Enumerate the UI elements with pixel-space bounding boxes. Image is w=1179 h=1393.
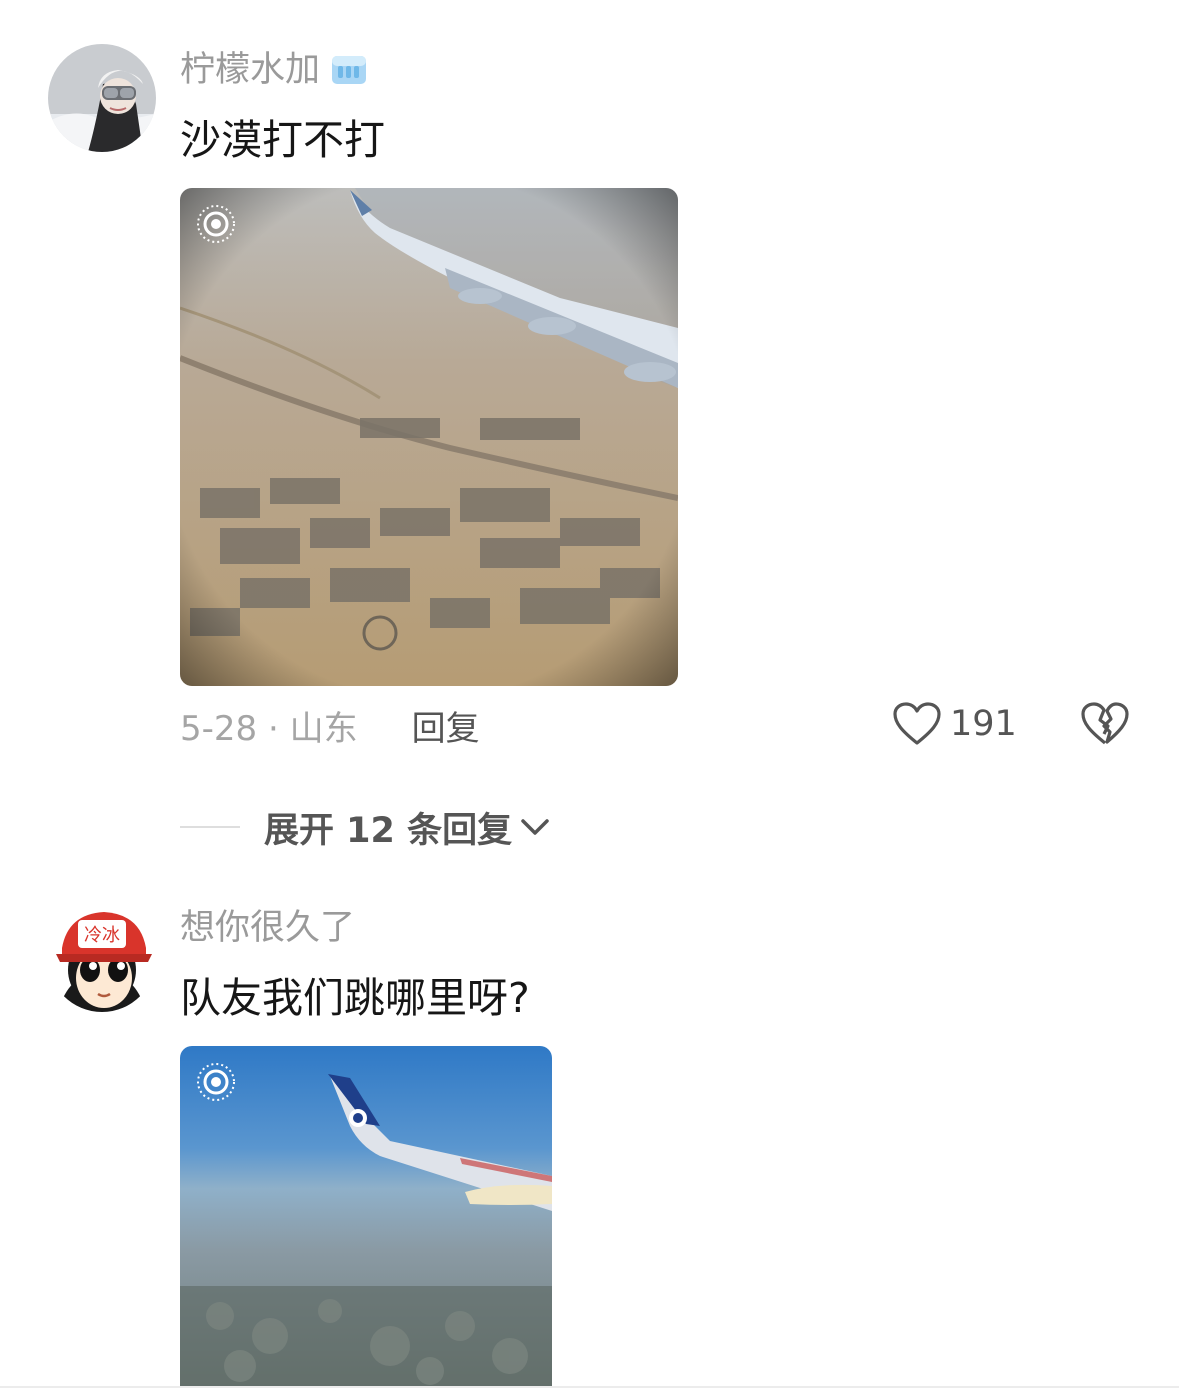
comment-thread: 柠檬水加 沙漠打不打 5-28 · 山东 回复 191 展开 12 条回复 冷冰…	[0, 0, 1179, 1393]
username[interactable]: 想你很久了	[180, 904, 355, 952]
chevron-down-icon	[521, 819, 549, 835]
divider	[0, 1386, 1179, 1388]
like-button[interactable]: 191	[892, 698, 1017, 750]
comment-photo[interactable]	[180, 1046, 552, 1386]
username[interactable]: 柠檬水加	[180, 46, 368, 94]
broken-heart-icon	[1081, 702, 1129, 745]
live-photo-icon	[197, 205, 235, 243]
avatar[interactable]: 冷冰	[48, 904, 156, 1012]
username-text: 柠檬水加	[180, 50, 321, 90]
comment-meta: 5-28 · 山东 回复	[180, 700, 480, 750]
divider	[180, 826, 240, 828]
ice-cube-icon	[330, 51, 368, 85]
like-count: 191	[950, 704, 1017, 744]
expand-replies-label: 展开 12 条回复	[264, 810, 513, 851]
heart-outline-icon	[893, 702, 941, 745]
comment-text: 队友我们跳哪里呀?	[180, 974, 530, 1022]
expand-replies[interactable]: 展开 12 条回复	[180, 802, 552, 852]
dislike-button[interactable]	[1080, 700, 1130, 748]
avatar-cap-text: 冷冰	[84, 925, 120, 946]
reply-button[interactable]: 回复	[412, 701, 480, 750]
live-photo-icon	[197, 1063, 235, 1101]
comment-photo[interactable]	[180, 188, 678, 686]
username-text: 想你很久了	[180, 908, 356, 948]
avatar[interactable]	[48, 44, 156, 152]
comment-text: 沙漠打不打	[180, 116, 385, 164]
date-location: 5-28 · 山东	[180, 708, 358, 749]
